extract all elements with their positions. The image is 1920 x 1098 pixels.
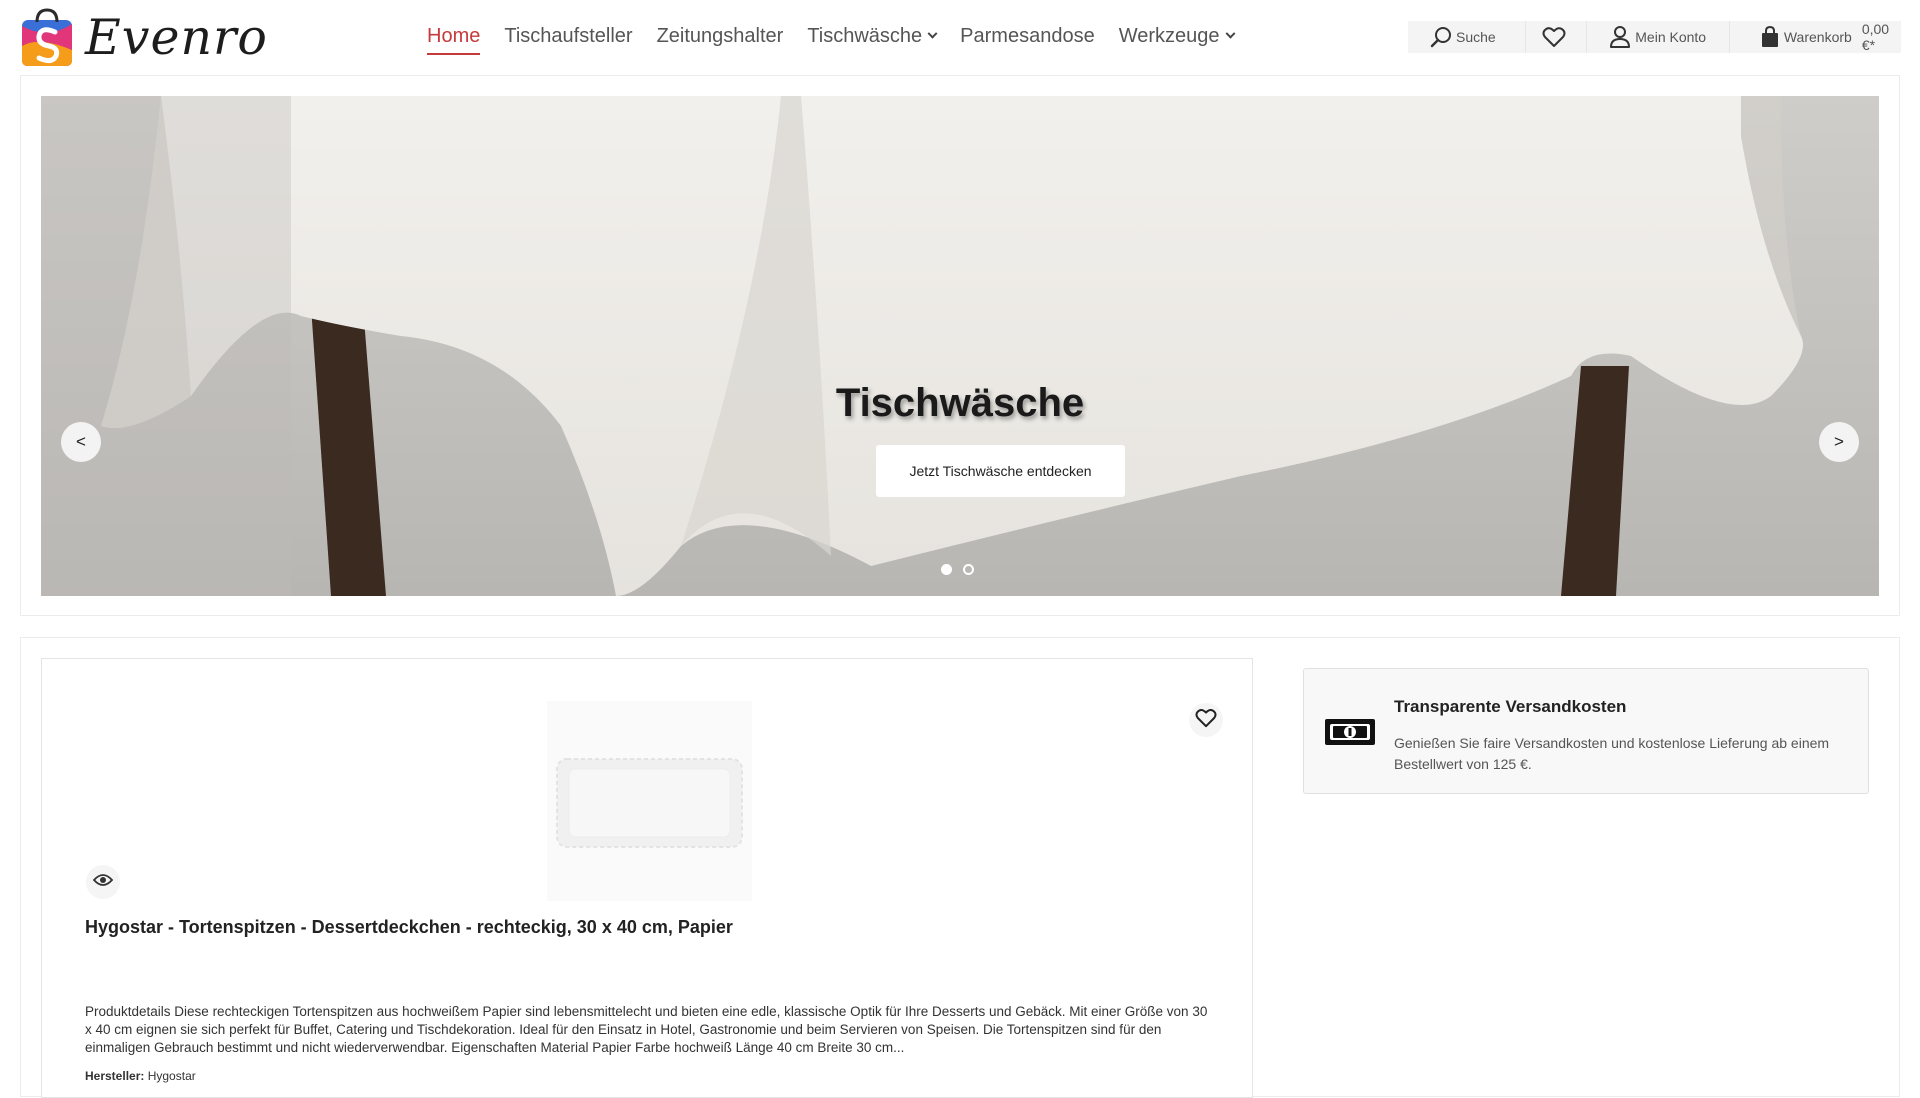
slider-dots <box>941 564 985 575</box>
nav-item-tischaufsteller[interactable]: Tischaufsteller <box>504 0 632 73</box>
product-title[interactable]: Hygostar - Tortenspitzen - Dessertdeckch… <box>85 917 1215 938</box>
heart-icon <box>1542 26 1566 48</box>
header-actions: Suche Mein Konto Warenkorb 0,00 €* <box>1408 21 1901 53</box>
slider-dot-2[interactable] <box>963 564 974 575</box>
nav-item-home[interactable]: Home <box>427 0 481 73</box>
nav-item-werkzeuge[interactable]: Werkzeuge <box>1118 0 1235 73</box>
nav-item-label: Tischwäsche <box>807 25 923 47</box>
add-to-wishlist-button[interactable] <box>1189 703 1223 737</box>
logo-bag-icon <box>22 8 72 66</box>
eye-icon <box>92 873 114 892</box>
wishlist-button[interactable] <box>1526 21 1587 53</box>
brand-name: Evenro <box>85 8 268 66</box>
nav-item-label: Werkzeuge <box>1118 25 1220 47</box>
chevron-down-icon <box>927 28 938 39</box>
nav-item-label: Home <box>427 25 481 47</box>
hero-cta-button[interactable]: Jetzt Tischwäsche entdecken <box>876 445 1125 497</box>
cart-total: 0,00 €* <box>1861 21 1890 53</box>
product-card: Hygostar - Tortenspitzen - Dessertdeckch… <box>41 658 1253 1098</box>
manufacturer-label: Hersteller: <box>85 1069 145 1083</box>
nav-item-label: Tischaufsteller <box>504 25 633 47</box>
hero-tablecloth-image <box>41 96 1879 596</box>
shipping-info-box: Transparente Versandkosten Genießen Sie … <box>1303 668 1869 794</box>
slider-prev-button[interactable]: < <box>61 422 101 462</box>
hero-slider: Tischwäsche Jetzt Tischwäsche entdecken … <box>41 96 1879 596</box>
chevron-down-icon <box>1225 28 1235 39</box>
banknote-icon <box>1324 716 1376 753</box>
account-button[interactable]: Mein Konto <box>1587 21 1729 53</box>
manufacturer-value: Hygostar <box>147 1069 196 1083</box>
slider-dot-1[interactable] <box>941 564 952 575</box>
product-manufacturer: Hersteller: Hygostar <box>85 1069 196 1083</box>
nav-item-tischwaesche[interactable]: Tischwäsche <box>807 0 938 73</box>
search-button[interactable]: Suche <box>1408 21 1525 53</box>
nav-item-zeitungshalter[interactable]: Zeitungshalter <box>657 0 784 73</box>
slider-next-button[interactable]: > <box>1819 422 1859 462</box>
main-nav: Home Tischaufsteller Zeitungshalter Tisc… <box>427 0 1258 73</box>
logo[interactable]: Evenro <box>19 6 268 68</box>
search-label: Suche <box>1456 29 1496 45</box>
doily-image <box>556 758 743 848</box>
hero-title: Tischwäsche <box>835 381 1085 425</box>
search-icon <box>1430 26 1452 48</box>
nav-item-parmesandose[interactable]: Parmesandose <box>960 0 1095 73</box>
shipping-title: Transparente Versandkosten <box>1394 697 1627 716</box>
cart-button[interactable]: Warenkorb 0,00 €* <box>1730 21 1901 53</box>
user-icon <box>1609 26 1631 48</box>
product-description: Produktdetails Diese rechteckigen Torten… <box>85 1004 1208 1055</box>
shipping-text: Genießen Sie faire Versandkosten und kos… <box>1394 735 1830 772</box>
nav-item-label: Parmesandose <box>960 25 1095 47</box>
site-header: Evenro Home Tischaufsteller Zeitungshalt… <box>0 0 1920 73</box>
cart-label: Warenkorb <box>1783 29 1852 45</box>
account-label: Mein Konto <box>1635 29 1707 45</box>
bag-icon <box>1760 26 1780 48</box>
quick-view-button[interactable] <box>86 865 120 899</box>
heart-icon <box>1195 708 1217 733</box>
nav-item-label: Zeitungshalter <box>656 25 784 47</box>
product-image[interactable] <box>547 701 752 901</box>
